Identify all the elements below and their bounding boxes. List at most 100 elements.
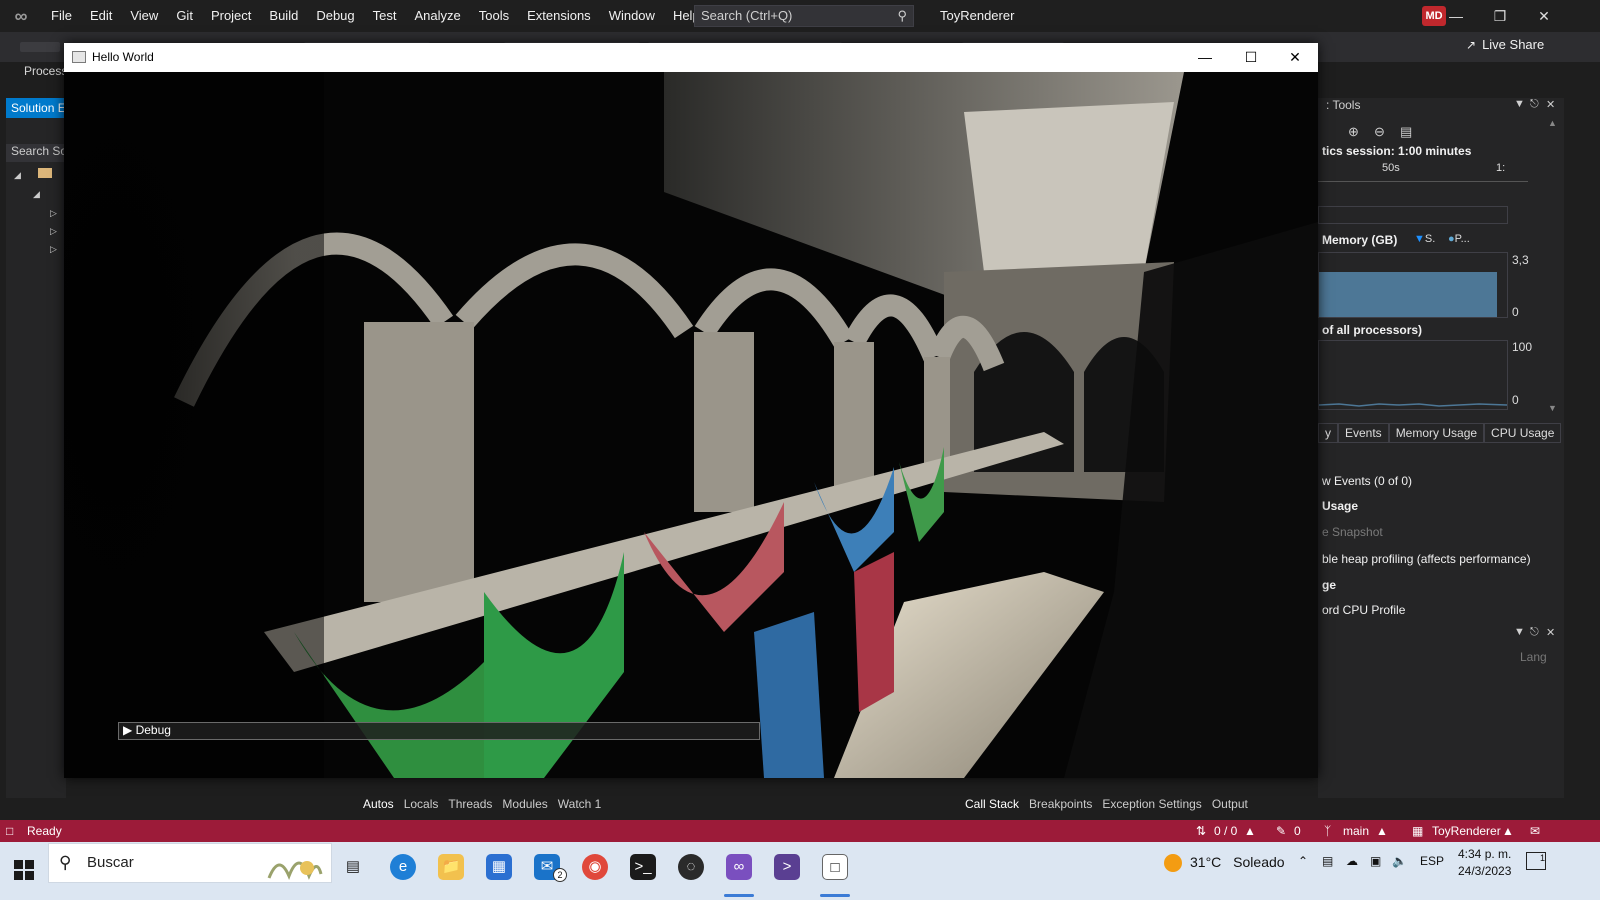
zoom-in-icon[interactable]: ⊕ <box>1348 124 1359 140</box>
scroll-down-icon[interactable]: ▼ <box>1548 403 1557 413</box>
tab-memory-usage[interactable]: Memory Usage <box>1388 423 1485 443</box>
minimize-icon[interactable]: — <box>1434 0 1478 32</box>
tab-events[interactable]: Events <box>1338 423 1389 443</box>
close-icon[interactable]: ✕ <box>1522 0 1566 32</box>
repo-name[interactable]: ToyRenderer <box>1432 824 1501 838</box>
live-share-button[interactable]: ↗ Live Share <box>1466 37 1544 52</box>
start-icon-quad <box>25 871 34 880</box>
tab-exception-settings[interactable]: Exception Settings <box>1097 795 1206 815</box>
tree-collapse-icon[interactable]: ▷ <box>50 226 57 237</box>
tab-output[interactable]: Output <box>1207 795 1253 815</box>
events-link[interactable]: w Events (0 of 0) <box>1322 474 1412 488</box>
take-snapshot-link[interactable]: e Snapshot <box>1322 525 1383 539</box>
restore-icon[interactable]: ❐ <box>1478 0 1522 32</box>
imgui-debug-window[interactable]: ▶ Debug <box>118 722 760 740</box>
edge-browser-icon[interactable]: e <box>390 854 416 880</box>
tab-call-stack[interactable]: Call Stack <box>960 795 1024 815</box>
menu-test[interactable]: Test <box>364 0 406 32</box>
chrome-browser-icon[interactable]: ◉ <box>582 854 608 880</box>
collapse-triangle-icon[interactable]: ▶ <box>123 723 132 737</box>
menu-git[interactable]: Git <box>167 0 202 32</box>
solution-search-input[interactable]: Search Sol <box>6 144 66 162</box>
cloud-icon[interactable]: ☁ <box>1346 854 1358 868</box>
dropdown-icon[interactable]: ▼ <box>1514 98 1525 110</box>
windows-start-icon[interactable] <box>14 860 34 880</box>
file-explorer-icon[interactable]: 📁 <box>438 854 464 880</box>
tab-watch-1[interactable]: Watch 1 <box>553 795 607 815</box>
chevron-up-icon[interactable]: ⌃ <box>1298 854 1308 868</box>
tab-summary[interactable]: y <box>1318 423 1338 443</box>
pending-changes[interactable]: 0 / 0 <box>1214 824 1237 838</box>
menu-view[interactable]: View <box>121 0 167 32</box>
menu-build[interactable]: Build <box>260 0 307 32</box>
minimize-icon[interactable]: — <box>1182 43 1228 72</box>
vs-search-box[interactable]: Search (Ctrl+Q) ⚲ <box>694 5 914 27</box>
close-icon[interactable]: ✕ <box>1272 43 1318 72</box>
timeline-ruler[interactable]: 50s 1: <box>1318 160 1528 182</box>
zoom-out-icon[interactable]: ⊖ <box>1374 124 1385 140</box>
rendered-scene-viewport[interactable] <box>64 72 1318 778</box>
dev-terminal-icon[interactable]: > <box>774 854 800 880</box>
menu-analyze[interactable]: Analyze <box>405 0 469 32</box>
tab-cpu-usage[interactable]: CPU Usage <box>1484 423 1562 443</box>
terminal-icon[interactable]: >_ <box>630 854 656 880</box>
menu-debug[interactable]: Debug <box>307 0 363 32</box>
visual-studio-icon[interactable]: ∞ <box>726 854 752 880</box>
chevron-up-icon: ▲ <box>1376 824 1388 838</box>
menu-tools[interactable]: Tools <box>470 0 518 32</box>
weather-condition: Soleado <box>1233 854 1285 870</box>
pin-icon[interactable]: ⎋ <box>1530 626 1539 639</box>
weather-widget[interactable]: 31°C Soleado <box>1190 854 1285 870</box>
tree-collapse-icon[interactable]: ▷ <box>50 244 57 255</box>
menu-extensions[interactable]: Extensions <box>518 0 600 32</box>
tab-autos[interactable]: Autos <box>358 795 399 815</box>
weather-sun-icon[interactable] <box>1164 854 1182 872</box>
sync-icon[interactable]: ⇅ <box>1196 824 1206 838</box>
taskbar-search-box[interactable]: ⚲ Buscar <box>48 843 332 883</box>
heap-profiling-toggle[interactable]: ble heap profiling (affects performance) <box>1322 552 1531 566</box>
memory-chart <box>1318 252 1508 318</box>
obs-studio-icon[interactable]: ◌ <box>678 854 704 880</box>
solution-name: ToyRenderer <box>940 8 1015 23</box>
nav-back-forward-icon[interactable] <box>20 42 60 52</box>
notifications-icon[interactable]: ✉ <box>1530 824 1540 838</box>
edit-count[interactable]: 0 <box>1294 824 1301 838</box>
visual-studio-logo-icon[interactable]: ∞ <box>0 0 42 32</box>
tab-breakpoints[interactable]: Breakpoints <box>1024 795 1097 815</box>
menu-edit[interactable]: Edit <box>81 0 121 32</box>
tab-modules[interactable]: Modules <box>497 795 552 815</box>
menu-window[interactable]: Window <box>600 0 664 32</box>
menu-project[interactable]: Project <box>202 0 260 32</box>
maximize-icon[interactable]: ☐ <box>1228 43 1274 72</box>
network-icon[interactable]: ▣ <box>1370 854 1381 868</box>
tab-threads[interactable]: Threads <box>443 795 497 815</box>
blue-banner <box>754 612 824 778</box>
hello-world-titlebar[interactable]: Hello World — ☐ ✕ <box>64 43 1318 72</box>
close-icon[interactable]: ✕ <box>1546 626 1555 639</box>
events-track <box>1318 206 1508 224</box>
debug-tabs-right: Call Stack Breakpoints Exception Setting… <box>960 795 1253 815</box>
legend-snapshot: ▼S. <box>1414 233 1435 245</box>
pin-icon[interactable]: ⎋ <box>1530 98 1539 111</box>
chart-icon[interactable]: ▤ <box>1400 124 1412 140</box>
tree-collapse-icon[interactable]: ▷ <box>50 208 57 219</box>
tree-expand-icon[interactable]: ◢ <box>14 170 21 181</box>
input-language[interactable]: ESP <box>1420 854 1444 868</box>
volume-icon[interactable]: 🔈 <box>1392 854 1407 868</box>
menu-file[interactable]: File <box>42 0 81 32</box>
device-icon[interactable]: ▤ <box>1322 854 1333 868</box>
branch-name[interactable]: main <box>1343 824 1369 838</box>
tab-locals[interactable]: Locals <box>399 795 444 815</box>
task-view-icon[interactable]: ▤ <box>340 854 366 880</box>
tab-solution-explorer[interactable]: Solution E <box>6 98 66 118</box>
scrollbar[interactable]: ▲ ▼ <box>1546 118 1560 418</box>
hello-world-app-icon[interactable]: □ <box>822 854 848 880</box>
close-icon[interactable]: ✕ <box>1546 98 1555 111</box>
notification-center-icon[interactable]: 1 <box>1526 852 1546 870</box>
scroll-up-icon[interactable]: ▲ <box>1548 118 1557 128</box>
record-cpu-profile-link[interactable]: ord CPU Profile <box>1322 603 1405 617</box>
clock[interactable]: 4:34 p. m. 24/3/2023 <box>1458 846 1511 880</box>
microsoft-store-icon[interactable]: ▦ <box>486 854 512 880</box>
dropdown-icon[interactable]: ▼ <box>1514 626 1525 638</box>
tree-expand-icon[interactable]: ◢ <box>33 189 40 200</box>
